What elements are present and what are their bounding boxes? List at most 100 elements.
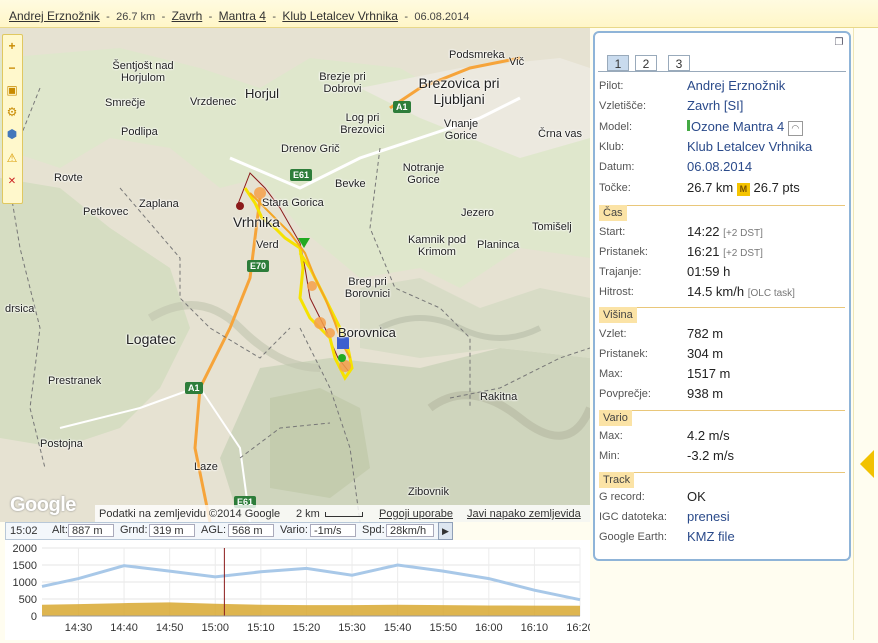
vario-min-value: -3.2 m/s	[687, 448, 734, 463]
takeoff-label: Vzlet:	[599, 328, 627, 340]
terrain-map[interactable]: Podsmreka Vič Šentjošt nad Horjulom Brez…	[0, 28, 590, 522]
marker-icon[interactable]: ⬢	[5, 127, 19, 141]
x-tick-label: 15:30	[338, 622, 366, 634]
glider-class-icon	[687, 120, 690, 131]
x-tick-label: 16:10	[521, 622, 549, 634]
map-data-attribution: Podatki na zemljevidu ©2014 Google	[99, 508, 281, 520]
landing-row: Pristanek: 16:21 [+2 DST]	[599, 243, 847, 263]
map-place-label: Vič	[509, 56, 525, 68]
x-tick-label: 14:50	[156, 622, 184, 634]
road-shield: A1	[393, 101, 411, 113]
close-icon[interactable]: ✕	[5, 175, 19, 189]
start-value: 14:22 [+2 DST]	[687, 224, 763, 239]
avg-height-row: Povprečje: 938 m	[599, 385, 847, 405]
map-place-label: Notranje Gorice	[402, 162, 445, 186]
terms-link[interactable]: Pogoji uporabe	[379, 505, 453, 522]
y-tick-label: 1500	[13, 560, 37, 572]
map-place-label: Prestranek	[48, 375, 102, 387]
current-time: 15:02	[10, 525, 38, 537]
takeoff-row: Vzlet: 782 m	[599, 325, 847, 345]
title-separator: -	[161, 11, 166, 23]
report-map-error-link[interactable]: Javi napako zemljevida	[467, 505, 581, 522]
landing-value: 16:21 [+2 DST]	[687, 244, 763, 259]
points-score: 26.7 pts	[753, 180, 800, 195]
vario-label: Vario:	[280, 524, 308, 536]
igc-download-link[interactable]: prenesi	[687, 509, 730, 524]
section-track: Track	[599, 472, 635, 488]
club-row: Klub: Klub Letalcev Vrhnika	[599, 138, 847, 158]
map-place-label: Tomišelj	[532, 221, 572, 233]
y-tick-label: 2000	[13, 543, 37, 555]
agl-value: 568 m	[228, 524, 274, 537]
zoom-in-icon[interactable]: +	[5, 39, 19, 53]
points-value: 26.7 km M 26.7 pts	[687, 180, 800, 196]
date-value[interactable]: 06.08.2014	[687, 159, 752, 174]
x-tick-label: 16:20	[566, 622, 590, 634]
map-place-label: Verd	[256, 239, 279, 251]
google-logo: Google	[10, 494, 76, 516]
right-side-gutter	[853, 28, 878, 640]
map-footer: Podatki na zemljevidu ©2014 Google 2 km …	[95, 505, 590, 522]
alt-label: Alt:	[52, 524, 68, 536]
play-button[interactable]: ▶	[438, 522, 453, 540]
igc-row: IGC datoteka: prenesi	[599, 508, 847, 528]
alt-value: 887 m	[68, 524, 114, 537]
points-distance: 26.7 km	[687, 180, 734, 195]
zoom-out-icon[interactable]: −	[5, 61, 19, 75]
avg-speed-label: Hitrost:	[599, 286, 634, 298]
map-place-label: Drenov Grič	[281, 143, 340, 155]
kmz-file-link[interactable]: KMZ file	[687, 529, 735, 544]
launch-value[interactable]: Zavrh [SI]	[687, 98, 743, 113]
club-value[interactable]: Klub Letalcev Vrhnika	[687, 139, 812, 154]
start-label: Start:	[599, 226, 626, 238]
grnd-label: Grnd:	[120, 524, 148, 536]
map-place-label: Vrzdenec	[190, 96, 237, 108]
restore-icon[interactable]: ❐	[833, 37, 845, 48]
model-value[interactable]: Ozone Mantra 4 ◠	[687, 119, 803, 136]
google-earth-label: Google Earth:	[599, 531, 667, 543]
launch-link[interactable]: Zavrh	[172, 9, 203, 23]
road-shield: A1	[185, 382, 203, 394]
vario-max-label: Max:	[599, 430, 623, 442]
pilot-label: Pilot:	[599, 80, 624, 92]
tab-divider	[598, 71, 846, 72]
warning-icon[interactable]: ⚠	[5, 151, 19, 165]
road-shield: E70	[247, 260, 270, 272]
max-height-label: Max:	[599, 368, 623, 380]
points-label: Točke:	[599, 182, 631, 194]
landing-time: 16:21	[687, 244, 720, 259]
club-link[interactable]: Klub Letalcev Vrhnika	[282, 9, 398, 23]
flight-distance: 26.7 km	[116, 11, 156, 23]
map-place-label: Log pri Brezovici	[340, 112, 385, 136]
grecord-label: G record:	[599, 491, 645, 503]
map-place-label: Borovnica	[338, 325, 396, 340]
map-place-label: Smrečje	[105, 97, 146, 109]
landing-height-row: Pristanek: 304 m	[599, 345, 847, 365]
map-place-label: Breg pri Borovnici	[344, 276, 391, 300]
map-place-label: Stara Gorica	[262, 197, 324, 209]
expand-panel-arrow-icon[interactable]	[860, 450, 874, 478]
map-scale-label: 2 km	[296, 508, 320, 520]
map-place-label: Zibovnik	[408, 486, 449, 498]
map-place-label: Rovte	[54, 172, 83, 184]
landing-height-label: Pristanek:	[599, 348, 648, 360]
launch-label: Vzletišče:	[599, 100, 647, 112]
track-data-bar: 15:02 Alt: 887 m Grnd: 319 m AGL: 568 m …	[5, 522, 453, 540]
settings-icon[interactable]: ⚙	[5, 105, 19, 119]
layers-icon[interactable]: ▣	[5, 83, 19, 97]
glider-link[interactable]: Mantra 4	[219, 9, 266, 23]
map-place-label: Šentjošt nad Horjulom	[112, 60, 174, 84]
club-label: Klub:	[599, 141, 625, 153]
start-row: Start: 14:22 [+2 DST]	[599, 223, 847, 243]
pilot-link[interactable]: Andrej Erznožnik	[9, 9, 100, 23]
launch-row: Vzletišče: Zavrh [SI]	[599, 97, 847, 117]
tab-1[interactable]: 1	[607, 55, 629, 71]
pilot-value[interactable]: Andrej Erznožnik	[687, 78, 785, 93]
vario-value: -1m/s	[310, 524, 356, 537]
altitude-chart[interactable]: 2000 1500 1000 500 0 14:30 14:40 14:50 15:00 15:1…	[5, 540, 594, 640]
map-toolbar: + − ▣ ⚙ ⬢ ⚠ ✕	[2, 34, 23, 204]
speed-label: Spd:	[362, 524, 385, 536]
tab-3[interactable]: 3	[668, 55, 690, 71]
start-time: 14:22	[687, 224, 720, 239]
tab-2[interactable]: 2	[635, 55, 657, 71]
